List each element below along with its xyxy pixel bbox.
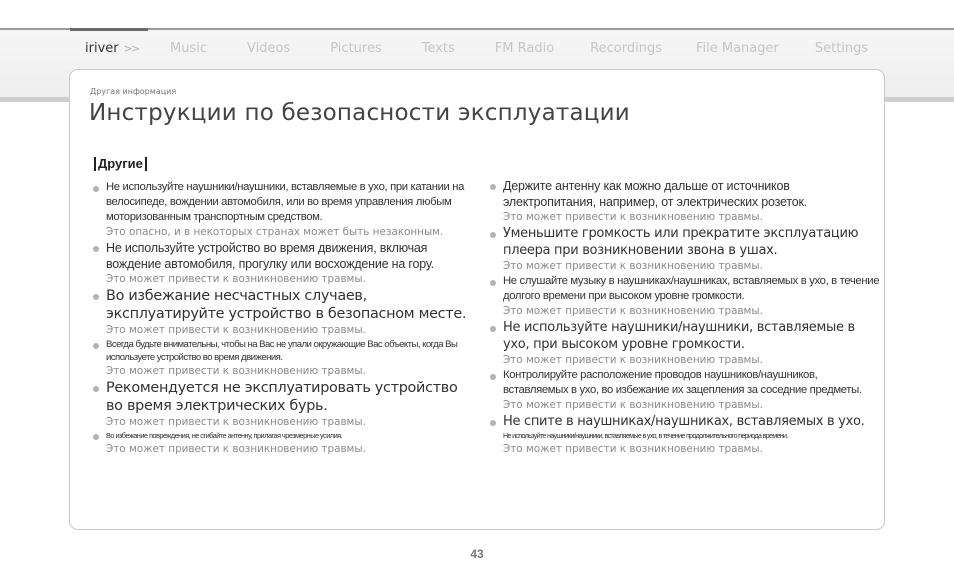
nav-chevron-icon: >> — [123, 41, 141, 55]
nav-item-recordings[interactable]: Recordings — [590, 41, 662, 56]
nav-item-pictures[interactable]: Pictures — [330, 41, 381, 56]
list-item-warning: Это может привести к возникновению травм… — [106, 443, 366, 455]
list-item-text: Всегда будьте внимательны, чтобы на Вас … — [106, 339, 458, 363]
list-item-text: Контролируйте расположение проводов науш… — [503, 369, 862, 396]
list-item-warning: Это может привести к возникновению травм… — [503, 305, 763, 317]
right-column: Держите антенну как можно дальше от исто… — [487, 178, 882, 457]
list-item: Не используйте наушники/наушники, вставл… — [487, 319, 882, 367]
section-bar-right — [144, 156, 147, 171]
list-item-subtext: Не используйте наушники/наушники, вставл… — [503, 431, 788, 440]
page-number: 43 — [470, 547, 484, 561]
list-item-warning: Это может привести к возникновению травм… — [503, 354, 763, 366]
list-item: Держите антенну как можно дальше от исто… — [487, 178, 882, 224]
list-item-warning: Это может привести к возникновению травм… — [106, 273, 366, 285]
list-item-warning: Это может привести к возникновению травм… — [503, 399, 763, 411]
top-nav: iriver >> Music Videos Pictures Texts FM… — [85, 38, 868, 58]
list-item: Контролируйте расположение проводов науш… — [487, 368, 882, 412]
nav-item-music[interactable]: Music — [170, 41, 207, 56]
section-heading-label: Другие — [98, 156, 143, 171]
list-item: Не используйте устройство во время движе… — [90, 240, 470, 286]
bullet-icon — [93, 186, 99, 192]
bullet-icon — [490, 232, 496, 238]
list-item-text: Во избежание несчастных случаев, эксплуа… — [106, 288, 467, 322]
breadcrumb: Другая информация — [90, 87, 177, 96]
content-panel: Другая информация Инструкции по безопасн… — [69, 69, 885, 530]
list-item: Не слушайте музыку в наушниках/наушниках… — [487, 274, 882, 318]
list-item-warning: Это может привести к возникновению травм… — [503, 443, 763, 455]
section-bar-left — [94, 156, 96, 171]
bullet-icon — [93, 343, 99, 349]
nav-item-texts[interactable]: Texts — [422, 41, 455, 56]
list-item-warning: Это может привести к возникновению травм… — [503, 260, 763, 272]
section-heading: Другие — [92, 156, 149, 171]
list-item-warning: Это может привести к возникновению травм… — [106, 416, 366, 428]
list-item-text: Не слушайте музыку в наушниках/наушниках… — [503, 275, 880, 302]
list-item-text: Не спите в наушниках/наушниках, вставляе… — [503, 414, 865, 429]
list-item-text: Во избежание повреждения, не сгибайте ан… — [106, 431, 343, 440]
list-item-warning: Это может привести к возникновению травм… — [106, 324, 366, 336]
list-item-warning: Это опасно, и в некоторых странах может … — [106, 226, 444, 238]
left-column: Не используйте наушники/наушники, вставл… — [90, 180, 470, 457]
bullet-icon — [93, 386, 99, 392]
nav-item-videos[interactable]: Videos — [247, 41, 290, 56]
nav-brand-iriver[interactable]: iriver — [85, 41, 119, 56]
list-item: Всегда будьте внимательны, чтобы на Вас … — [90, 338, 470, 378]
bullet-icon — [490, 374, 496, 380]
list-item-text: Не используйте наушники/наушники, вставл… — [106, 181, 465, 223]
bullet-icon — [490, 280, 496, 286]
list-item-warning: Это может привести к возникновению травм… — [503, 211, 763, 223]
bullet-icon — [490, 326, 496, 332]
list-item: Во избежание повреждения, не сгибайте ан… — [90, 430, 470, 456]
nav-item-file-manager[interactable]: File Manager — [696, 41, 779, 56]
page-title: Инструкции по безопасности эксплуатации — [89, 100, 630, 126]
bullet-icon — [490, 420, 496, 426]
list-item: Рекомендуется не эксплуатировать устройс… — [90, 379, 470, 429]
list-item-text: Уменьшите громкость или прекратите экспл… — [503, 226, 859, 258]
bullet-icon — [93, 294, 99, 300]
bullet-icon — [93, 434, 99, 440]
list-item-text: Не используйте устройство во время движе… — [106, 241, 434, 271]
brand-tab-marker — [70, 28, 148, 31]
list-item-text: Не используйте наушники/наушники, вставл… — [503, 320, 855, 352]
list-item-text: Держите антенну как можно дальше от исто… — [503, 179, 808, 209]
bullet-icon — [490, 184, 496, 190]
nav-item-settings[interactable]: Settings — [815, 41, 868, 56]
list-item: Во избежание несчастных случаев, эксплуа… — [90, 287, 470, 337]
list-item-text: Рекомендуется не эксплуатировать устройс… — [106, 380, 458, 414]
bullet-icon — [93, 246, 99, 252]
list-item: Не используйте наушники/наушники, вставл… — [90, 180, 470, 239]
list-item-warning: Это может привести к возникновению травм… — [106, 365, 366, 377]
list-item: Не спите в наушниках/наушниках, вставляе… — [487, 413, 882, 456]
nav-item-fm-radio[interactable]: FM Radio — [495, 41, 554, 56]
list-item: Уменьшите громкость или прекратите экспл… — [487, 225, 882, 273]
